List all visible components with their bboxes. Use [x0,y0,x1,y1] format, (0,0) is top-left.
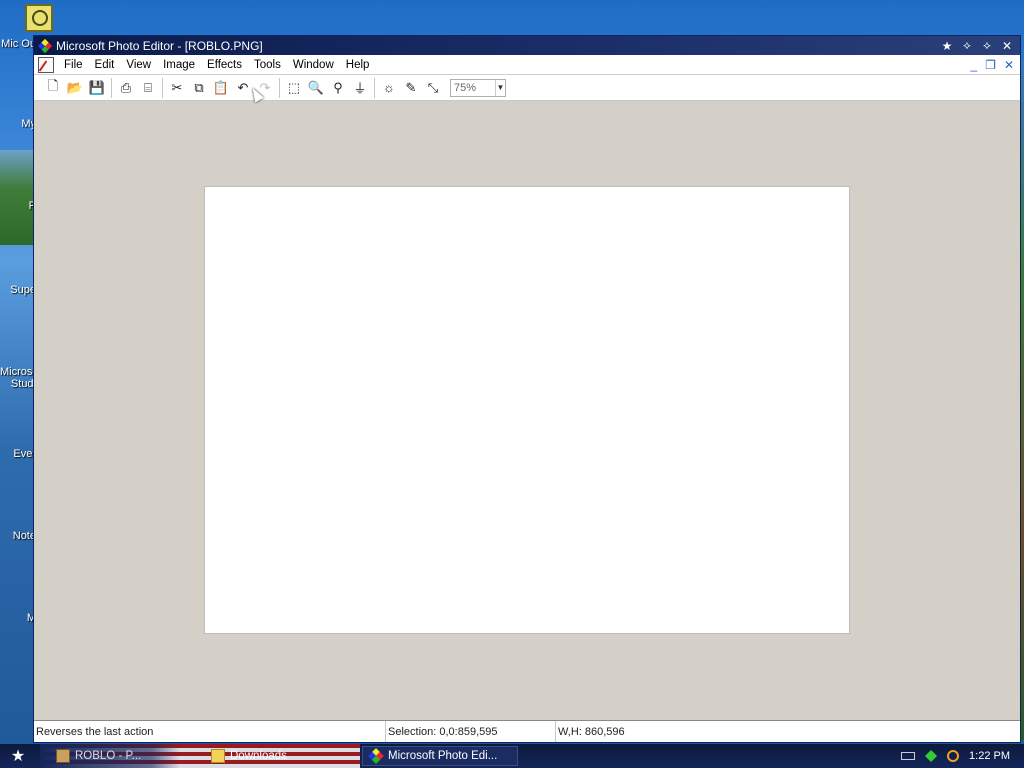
open-icon[interactable]: 📂 [64,77,86,99]
image-workspace[interactable] [34,102,1020,719]
doc-minimize-button[interactable]: _ [970,58,977,72]
taskbar-item-roblo[interactable]: ROBLO - P... [50,746,170,766]
status-selection: Selection: 0,0:859,595 [386,721,556,742]
zoom-icon[interactable]: 🔍 [305,77,327,99]
start-button[interactable]: ★ [0,744,36,768]
network-icon[interactable] [925,750,938,762]
desktop-icon-mic[interactable]: Mic Ou [0,38,36,50]
desktop-icon-my[interactable]: My [0,118,36,130]
taskbar-item-label: Microsoft Photo Edi... [388,750,498,762]
desktop-icon-m[interactable]: M [0,612,36,624]
select-icon[interactable]: ⬚ [283,77,305,99]
menu-edit[interactable]: Edit [89,59,121,71]
status-bar: Reverses the last action Selection: 0,0:… [34,720,1020,742]
chevron-down-icon[interactable]: ▼ [495,79,505,96]
status-size: W,H: 860,596 [558,725,625,738]
menu-bar: File Edit View Image Effects Tools Windo… [34,55,1020,75]
desktop-icon-p[interactable]: P [0,200,36,212]
system-tray: 1:22 PM [901,744,1024,768]
close-button[interactable]: ✕ [1000,39,1014,53]
title-bar[interactable]: Microsoft Photo Editor - [ROBLO.PNG] ★ ⟡… [34,36,1020,55]
toolbar-separator [111,77,112,98]
print-icon[interactable]: ⎙ [115,77,137,99]
zoom-select[interactable]: 75% ▼ [450,78,506,97]
title-buttons: ★ ⟡ ⟡ ✕ [940,38,1020,53]
menu-image[interactable]: Image [157,59,201,71]
menu-file[interactable]: File [58,59,89,71]
photo-editor-app-icon[interactable] [38,39,52,53]
doc-close-button[interactable]: ✕ [1004,58,1014,72]
toolbar-separator [374,77,375,98]
clock[interactable]: 1:22 PM [969,750,1010,762]
keyboard-icon[interactable] [901,752,916,760]
crop-icon[interactable]: ⏚ [349,77,371,99]
search-icon[interactable] [947,750,960,762]
toolbar-separator [162,77,163,98]
toolbar: 🗋 📂 💾 ⎙ ⌸ ✂ ⧉ 📋 ↶ ↷ ⬚ 🔍 ⚲ ⏚ ☼ ✎ ⤡ 75% ▼ [34,75,1020,101]
taskbar-item-label: Downloads [230,750,287,762]
paint-icon [56,749,70,763]
menu-view[interactable]: View [120,59,157,71]
photo-editor-icon [368,748,384,764]
desktop-shortcut-icon[interactable] [25,4,53,32]
toolbar-separator [279,77,280,98]
smudge-icon[interactable]: ⚲ [327,77,349,99]
document-window-buttons: _ ❐ ✕ [970,58,1020,72]
resize-icon[interactable]: ⤡ [422,77,444,99]
pin-icon[interactable]: ★ [940,39,954,53]
paste-icon[interactable]: 📋 [210,77,232,99]
status-hint: Reverses the last action [34,721,386,742]
menu-window[interactable]: Window [287,59,340,71]
taskbar-item-photo-editor[interactable]: Microsoft Photo Edi... [362,746,518,766]
taskbar-item-downloads[interactable]: Downloads [205,746,345,766]
desktop-icon-supe[interactable]: Supe [0,284,36,296]
desktop-icon-label: Mic Ou [1,38,36,50]
menu-effects[interactable]: Effects [201,59,248,71]
desktop-icon-ever[interactable]: Ever [0,448,36,460]
cut-icon[interactable]: ✂ [166,77,188,99]
minimize-button[interactable]: ⟡ [960,38,974,53]
new-icon[interactable]: 🗋 [42,77,64,99]
taskbar-item-label: ROBLO - P... [75,750,142,762]
doc-restore-button[interactable]: ❐ [985,58,996,72]
brightness-icon[interactable]: ☼ [378,77,400,99]
desktop-icon-microsoft-studio[interactable]: Microso Studi [0,366,39,390]
copy-icon[interactable]: ⧉ [188,77,210,99]
menu-tools[interactable]: Tools [248,59,287,71]
image-canvas[interactable] [204,186,850,634]
desktop-icon-note[interactable]: Note [0,530,36,542]
scan-icon[interactable]: ⌸ [137,77,159,99]
zoom-value: 75% [454,81,477,94]
window-title: Microsoft Photo Editor - [ROBLO.PNG] [56,38,263,53]
document-icon[interactable] [38,56,54,73]
photo-editor-window: Microsoft Photo Editor - [ROBLO.PNG] ★ ⟡… [33,35,1021,743]
touchup-icon[interactable]: ✎ [400,77,422,99]
menu-help[interactable]: Help [340,59,376,71]
save-icon[interactable]: 💾 [86,77,108,99]
maximize-button[interactable]: ⟡ [980,38,994,53]
folder-icon [211,749,225,763]
taskbar: ★ ROBLO - P... Downloads Microsoft Photo… [0,744,1024,768]
